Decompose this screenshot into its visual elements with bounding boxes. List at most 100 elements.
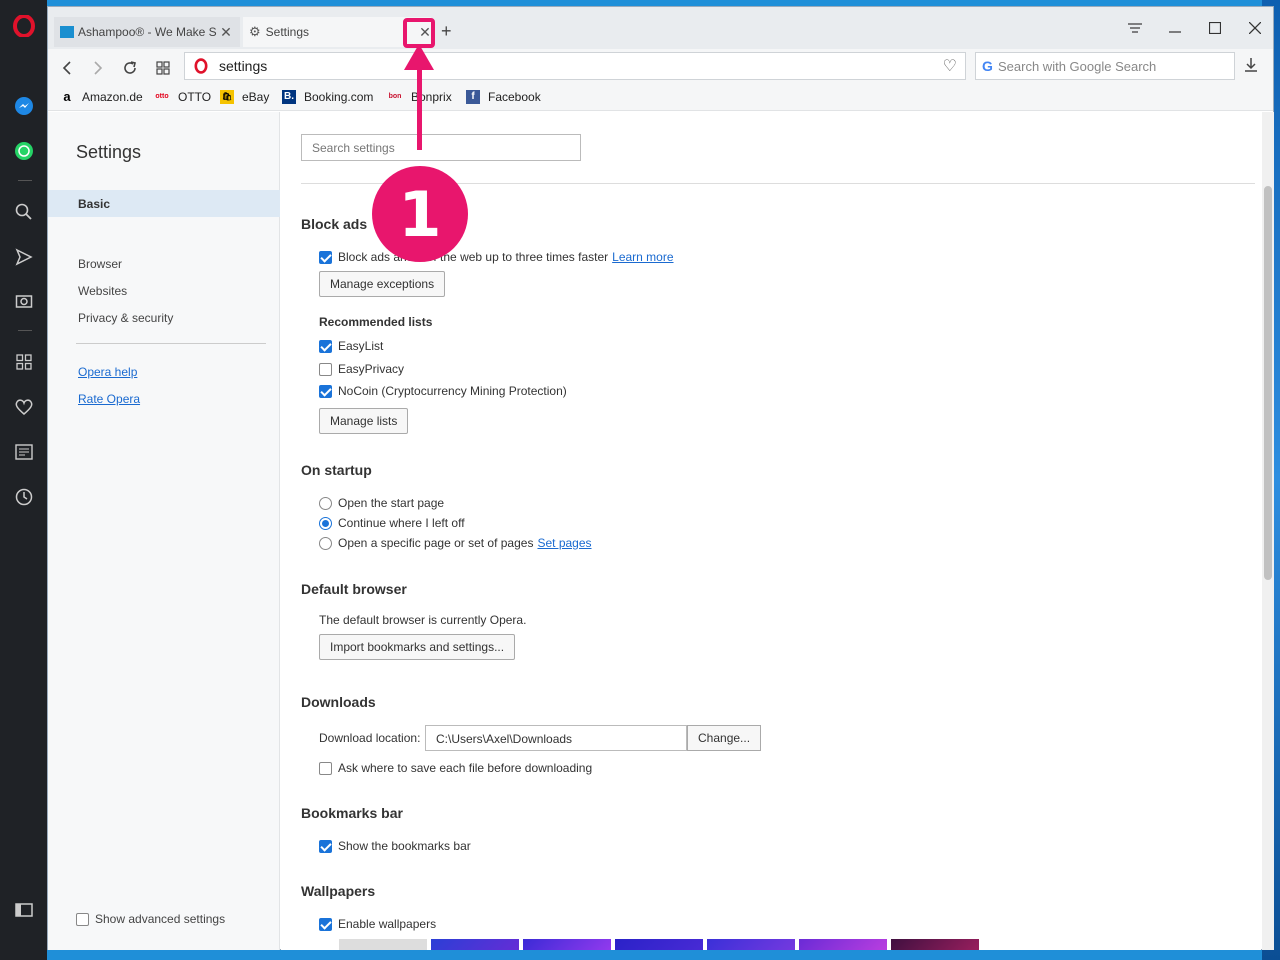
- search-box[interactable]: G Search with Google Search: [975, 52, 1235, 80]
- set-pages-link[interactable]: Set pages: [537, 536, 591, 550]
- download-location-field[interactable]: C:\Users\Axel\Downloads: [425, 725, 687, 751]
- send-icon[interactable]: [12, 245, 36, 269]
- radio-continue[interactable]: [319, 516, 332, 530]
- easyprivacy-checkbox[interactable]: [319, 362, 332, 376]
- bonprix-icon: bon: [388, 93, 402, 100]
- download-icon[interactable]: [1244, 57, 1258, 77]
- scrollbar-thumb[interactable]: [1264, 186, 1272, 580]
- wallpaper-thumbnail[interactable]: [799, 939, 887, 950]
- scrollbar[interactable]: [1262, 112, 1274, 950]
- news-icon[interactable]: [12, 440, 36, 464]
- block-ads-toggle[interactable]: Block ads and surf the web up to three t…: [319, 250, 674, 264]
- camera-icon[interactable]: [12, 289, 36, 313]
- settings-sidebar: Settings Basic Browser Websites Privacy …: [48, 112, 280, 950]
- heart-icon[interactable]: [12, 395, 36, 419]
- startup-label: Continue where I left off: [338, 516, 465, 530]
- wallpaper-thumbnail[interactable]: [523, 939, 611, 950]
- booking-icon: B.: [282, 90, 296, 104]
- bookmark-booking[interactable]: B. Booking.com: [282, 90, 373, 104]
- opera-logo-icon: [194, 58, 208, 77]
- change-location-button[interactable]: Change...: [687, 725, 762, 751]
- tab-ashampoo[interactable]: Ashampoo® - We Make S ✕: [54, 17, 240, 47]
- bookmarks-bar-heading: Bookmarks bar: [301, 805, 403, 821]
- wallpaper-thumbnail[interactable]: [615, 939, 703, 950]
- navigation-bar: settings ♡ G Search with Google Search: [48, 49, 1273, 85]
- startup-option-specific[interactable]: Open a specific page or set of pages Set…: [319, 536, 592, 550]
- bookmark-ebay[interactable]: 🛍 eBay: [220, 90, 269, 104]
- new-tab-button[interactable]: +: [441, 21, 452, 42]
- download-location-label: Download location:: [319, 731, 421, 745]
- wallpaper-thumbnail[interactable]: [707, 939, 795, 950]
- list-easylist[interactable]: EasyList: [319, 339, 383, 353]
- whatsapp-icon[interactable]: [12, 139, 36, 163]
- opera-menu-icon[interactable]: [12, 14, 36, 38]
- recommended-lists-label: Recommended lists: [319, 315, 433, 329]
- tab-menu-icon[interactable]: [1120, 15, 1150, 41]
- show-bookmarks-bar[interactable]: Show the bookmarks bar: [319, 839, 471, 853]
- maximize-icon[interactable]: [1200, 15, 1230, 41]
- address-bar[interactable]: settings ♡: [184, 52, 966, 80]
- ashampoo-favicon-icon: [60, 26, 74, 38]
- show-bookmarks-label: Show the bookmarks bar: [338, 839, 471, 853]
- step-badge: 1: [372, 166, 468, 262]
- list-easyprivacy[interactable]: EasyPrivacy: [319, 362, 404, 376]
- startup-option-continue[interactable]: Continue where I left off: [319, 516, 465, 530]
- nav-item-privacy[interactable]: Privacy & security: [78, 311, 173, 325]
- bookmarks-bar: a Amazon.de otto OTTO 🛍 eBay B. Booking.…: [48, 85, 1273, 111]
- nav-item-basic[interactable]: Basic: [48, 190, 280, 217]
- wallpaper-thumbnail[interactable]: [431, 939, 519, 950]
- list-nocoin[interactable]: NoCoin (Cryptocurrency Mining Protection…: [319, 384, 567, 398]
- tab-label: Settings: [265, 25, 310, 39]
- tab-label: Ashampoo® - We Make S: [78, 25, 217, 39]
- speed-dial-icon[interactable]: [12, 350, 36, 374]
- enable-wallpapers[interactable]: Enable wallpapers: [319, 917, 436, 931]
- learn-more-link[interactable]: Learn more: [612, 250, 673, 264]
- wallpaper-thumbnail[interactable]: [339, 939, 427, 950]
- nav-item-websites[interactable]: Websites: [78, 284, 127, 298]
- nocoin-checkbox[interactable]: [319, 384, 332, 398]
- opera-help-link[interactable]: Opera help: [78, 365, 137, 379]
- advanced-settings-toggle[interactable]: Show advanced settings: [76, 912, 225, 926]
- bookmark-label: OTTO: [178, 90, 212, 104]
- advanced-checkbox[interactable]: [76, 912, 89, 926]
- startup-option-start-page[interactable]: Open the start page: [319, 496, 444, 510]
- default-browser-heading: Default browser: [301, 581, 407, 597]
- block-ads-checkbox[interactable]: [319, 250, 332, 264]
- speed-dial-button-icon[interactable]: [152, 57, 174, 79]
- enable-wallpapers-checkbox[interactable]: [319, 917, 332, 931]
- bookmark-heart-icon[interactable]: ♡: [943, 56, 957, 76]
- settings-search-input[interactable]: Search settings: [301, 134, 581, 161]
- default-browser-status: The default browser is currently Opera.: [319, 613, 527, 627]
- search-icon[interactable]: [12, 200, 36, 224]
- show-bookmarks-checkbox[interactable]: [319, 839, 332, 853]
- google-icon: G: [982, 58, 993, 74]
- forward-icon[interactable]: [87, 57, 109, 79]
- history-icon[interactable]: [12, 485, 36, 509]
- radio-specific[interactable]: [319, 536, 332, 550]
- ask-checkbox[interactable]: [319, 761, 332, 775]
- close-tab-icon[interactable]: ✕: [218, 24, 234, 40]
- opera-sidebar: [0, 0, 47, 960]
- manage-exceptions-button[interactable]: Manage exceptions: [319, 271, 446, 297]
- wallpaper-thumbnail[interactable]: [891, 939, 979, 950]
- manage-lists-button[interactable]: Manage lists: [319, 408, 409, 434]
- sidebar-toggle-icon[interactable]: [12, 898, 36, 922]
- nav-item-browser[interactable]: Browser: [78, 257, 122, 271]
- import-bookmarks-button[interactable]: Import bookmarks and settings...: [319, 634, 516, 660]
- radio-start-page[interactable]: [319, 496, 332, 510]
- easylist-checkbox[interactable]: [319, 339, 332, 353]
- reload-icon[interactable]: [119, 57, 141, 79]
- ask-before-download[interactable]: Ask where to save each file before downl…: [319, 761, 592, 775]
- minimize-icon[interactable]: [1160, 15, 1190, 41]
- rate-opera-link[interactable]: Rate Opera: [78, 392, 140, 406]
- bookmark-otto[interactable]: otto OTTO: [154, 90, 211, 104]
- list-label: EasyList: [338, 339, 384, 353]
- messenger-icon[interactable]: [12, 94, 36, 118]
- back-icon[interactable]: [56, 57, 78, 79]
- startup-label: Open the start page: [338, 496, 445, 510]
- ebay-icon: 🛍: [220, 90, 234, 104]
- close-window-icon[interactable]: [1240, 15, 1270, 41]
- bookmark-facebook[interactable]: f Facebook: [466, 90, 541, 104]
- settings-title: Settings: [76, 142, 142, 162]
- bookmark-amazon[interactable]: a Amazon.de: [60, 90, 142, 105]
